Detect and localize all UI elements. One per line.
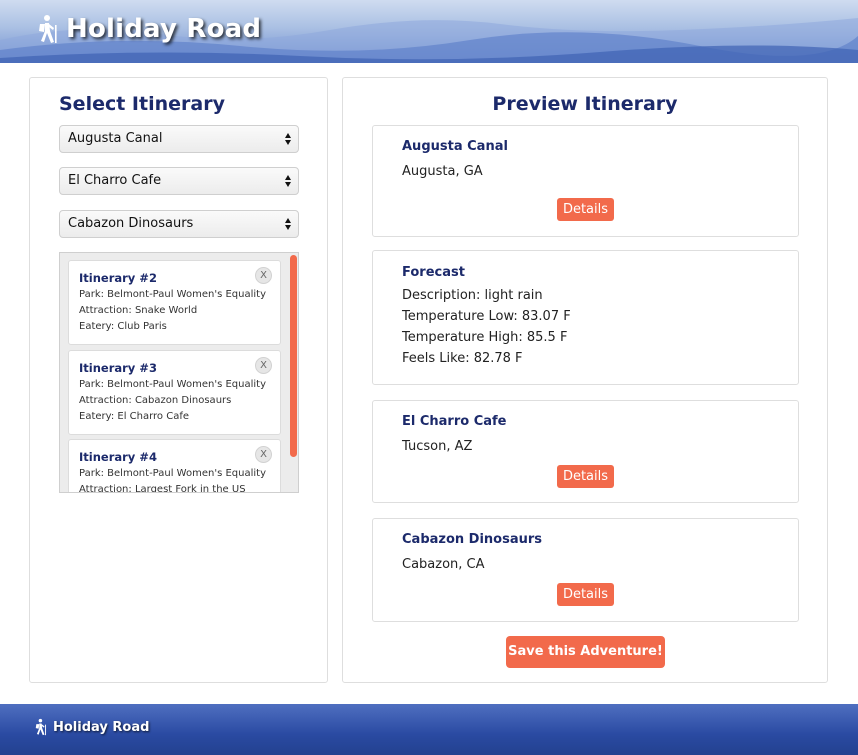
preview-itinerary-panel: Preview Itinerary Augusta Canal Augusta,… — [342, 77, 828, 683]
save-adventure-button[interactable]: Save this Adventure! — [506, 636, 665, 668]
itinerary-park: Park: Belmont-Paul Women's Equality — [79, 468, 266, 479]
itinerary-title: Itinerary #3 — [79, 361, 157, 375]
delete-itinerary-button[interactable]: X — [255, 267, 272, 284]
eatery-preview-card: El Charro Cafe Tucson, AZ Details — [372, 400, 799, 503]
hiker-icon — [35, 718, 47, 736]
footer: Holiday Road — [0, 704, 858, 755]
list-scrollbar[interactable] — [290, 255, 297, 457]
itinerary-card[interactable]: Itinerary #3 Park: Belmont-Paul Women's … — [68, 350, 281, 435]
itinerary-attraction: Attraction: Cabazon Dinosaurs — [79, 395, 232, 406]
preview-itinerary-title: Preview Itinerary — [492, 93, 678, 115]
select-itinerary-panel: Select Itinerary Augusta Canal El Charro… — [29, 77, 328, 683]
itinerary-card[interactable]: Itinerary #2 Park: Belmont-Paul Women's … — [68, 260, 281, 345]
itinerary-attraction: Attraction: Largest Fork in the US — [79, 484, 246, 493]
select-arrows-icon — [285, 133, 291, 145]
forecast-temp-low: Temperature Low: 83.07 F — [402, 309, 571, 324]
itinerary-attraction: Attraction: Snake World — [79, 305, 198, 316]
attraction-name: Cabazon Dinosaurs — [402, 532, 543, 547]
forecast-description: Description: light rain — [402, 288, 543, 303]
park-select-value: Augusta Canal — [68, 131, 163, 146]
itinerary-title: Itinerary #2 — [79, 271, 157, 285]
select-arrows-icon — [285, 218, 291, 230]
itinerary-title: Itinerary #4 — [79, 450, 157, 464]
footer-brand[interactable]: Holiday Road — [34, 718, 149, 736]
itinerary-card[interactable]: Itinerary #4 Park: Belmont-Paul Women's … — [68, 439, 281, 493]
footer-title: Holiday Road — [53, 719, 150, 735]
eatery-select[interactable]: El Charro Cafe — [59, 167, 299, 195]
park-location: Augusta, GA — [402, 164, 483, 179]
delete-itinerary-button[interactable]: X — [255, 446, 272, 463]
itinerary-eatery: Eatery: El Charro Cafe — [79, 411, 189, 422]
attraction-select-value: Cabazon Dinosaurs — [68, 216, 194, 231]
header-banner: Holiday Road — [0, 0, 858, 63]
itinerary-eatery: Eatery: Club Paris — [79, 321, 167, 332]
saved-itineraries-list[interactable]: Itinerary #2 Park: Belmont-Paul Women's … — [59, 252, 299, 493]
park-details-button[interactable]: Details — [557, 198, 614, 221]
select-itinerary-title: Select Itinerary — [59, 93, 225, 115]
delete-itinerary-button[interactable]: X — [255, 357, 272, 374]
attraction-preview-card: Cabazon Dinosaurs Cabazon, CA Details — [372, 518, 799, 622]
brand[interactable]: Holiday Road — [36, 14, 261, 44]
park-select[interactable]: Augusta Canal — [59, 125, 299, 153]
hiker-icon — [39, 15, 57, 43]
forecast-temp-high: Temperature High: 85.5 F — [402, 330, 568, 345]
park-name: Augusta Canal — [402, 139, 508, 154]
itinerary-park: Park: Belmont-Paul Women's Equality — [79, 379, 266, 390]
attraction-location: Cabazon, CA — [402, 557, 485, 572]
eatery-details-button[interactable]: Details — [557, 465, 614, 488]
eatery-location: Tucson, AZ — [402, 439, 473, 454]
forecast-title: Forecast — [402, 265, 465, 280]
eatery-name: El Charro Cafe — [402, 414, 507, 429]
eatery-select-value: El Charro Cafe — [68, 173, 162, 188]
attraction-details-button[interactable]: Details — [557, 583, 614, 606]
itinerary-park: Park: Belmont-Paul Women's Equality — [79, 289, 266, 300]
select-arrows-icon — [285, 175, 291, 187]
forecast-card: Forecast Description: light rain Tempera… — [372, 250, 799, 385]
park-preview-card: Augusta Canal Augusta, GA Details — [372, 125, 799, 237]
brand-title: Holiday Road — [66, 14, 262, 44]
attraction-select[interactable]: Cabazon Dinosaurs — [59, 210, 299, 238]
forecast-feels-like: Feels Like: 82.78 F — [402, 351, 523, 366]
